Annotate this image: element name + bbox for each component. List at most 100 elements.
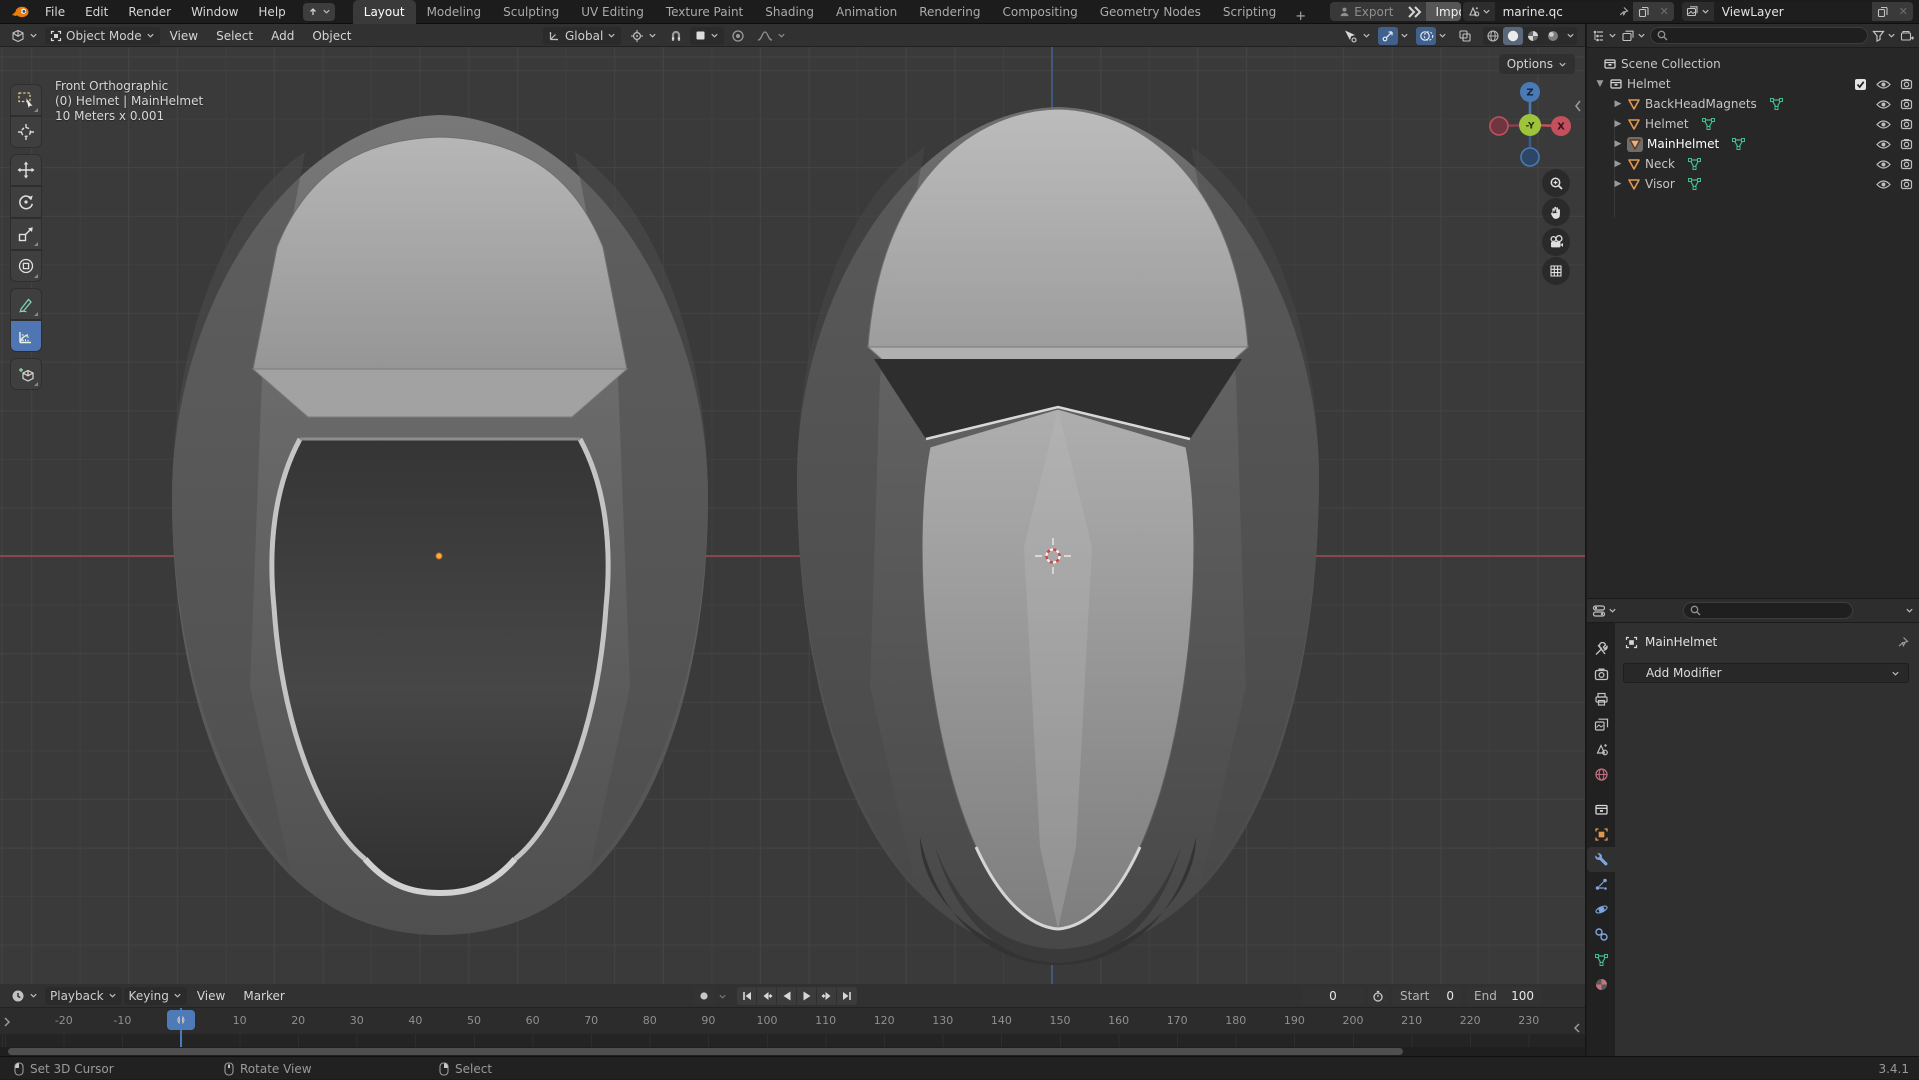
proportional-falloff-select[interactable] [752,27,791,45]
tool-scale[interactable] [10,218,42,250]
blender-logo-icon[interactable] [10,5,30,19]
active-tool-button[interactable] [302,2,335,21]
tab-constraints[interactable] [1587,922,1615,947]
menu-add[interactable]: Add [263,29,302,43]
scene-browse-button[interactable] [1462,2,1495,21]
checkbox-checked-icon[interactable] [1854,78,1867,91]
unlink-scene-button[interactable]: ✕ [1654,2,1674,21]
menu-help[interactable]: Help [249,0,294,24]
snap-settings-select[interactable] [690,26,725,45]
disclosure-collapsed-icon[interactable]: ▶ [1613,179,1623,189]
tool-rotate[interactable] [10,186,42,218]
transform-orientation-select[interactable]: Global [543,26,622,45]
tab-compositing[interactable]: Compositing [991,0,1088,24]
outliner-row-scene-collection[interactable]: Scene Collection [1587,54,1919,74]
outliner-row-helmet[interactable]: ▶ Helmet [1587,114,1919,134]
render-camera-icon[interactable] [1900,178,1913,190]
menu-render[interactable]: Render [119,0,180,24]
tab-texture-paint[interactable]: Texture Paint [655,0,754,24]
tab-particles[interactable] [1587,872,1615,897]
outliner-row-neck[interactable]: ▶ Neck [1587,154,1919,174]
tab-modeling[interactable]: Modeling [416,0,493,24]
pivot-point-select[interactable] [625,27,662,45]
render-camera-icon[interactable] [1900,138,1913,150]
scrollbar-thumb[interactable] [8,1048,1403,1055]
mode-select[interactable]: Object Mode [45,26,160,45]
zoom-button[interactable] [1542,169,1570,197]
new-collection-button[interactable] [1900,29,1914,43]
shading-options-button[interactable] [1563,27,1577,45]
add-modifier-button[interactable]: Add Modifier [1623,663,1909,683]
play-reverse-button[interactable] [777,987,797,1005]
disclosure-collapsed-icon[interactable]: ▶ [1613,99,1623,109]
next-keyframe-button[interactable] [817,987,837,1005]
timeline-scrollbar[interactable] [0,1047,1585,1056]
play-button[interactable] [797,987,817,1005]
properties-search-input[interactable] [1683,602,1853,619]
outliner-search-input[interactable] [1650,27,1868,44]
camera-view-button[interactable] [1542,228,1570,256]
tab-scripting[interactable]: Scripting [1212,0,1287,24]
object-type-visibility-button[interactable] [1340,27,1360,45]
disclosure-expanded-icon[interactable]: ▼ [1595,79,1605,89]
eye-icon[interactable] [1876,99,1891,110]
shading-material-button[interactable] [1523,27,1543,45]
tab-scene[interactable] [1587,737,1615,762]
tool-add-cube[interactable] [10,358,42,390]
menu-timeline-marker[interactable]: Marker [235,989,292,1003]
tab-collection[interactable] [1587,797,1615,822]
tab-shading[interactable]: Shading [754,0,825,24]
tab-view-layer[interactable] [1587,712,1615,737]
pin-id-button[interactable] [1896,636,1909,649]
outliner-row-mainhelmet[interactable]: ▶ MainHelmet [1587,134,1919,154]
proportional-editing-toggle[interactable] [728,27,748,45]
properties-options-button[interactable] [1905,606,1914,615]
prev-keyframe-button[interactable] [757,987,777,1005]
playback-popover[interactable]: Playback [45,986,122,1005]
import-button[interactable]: Import [1426,2,1461,21]
tab-render[interactable] [1587,662,1615,687]
render-camera-icon[interactable] [1900,78,1913,90]
options-button[interactable]: Options [1498,54,1575,74]
menu-file[interactable]: File [36,0,74,24]
render-camera-icon[interactable] [1900,118,1913,130]
tab-tool[interactable] [1587,637,1615,662]
outliner-editor-type-button[interactable] [1592,29,1617,43]
add-workspace-button[interactable]: + [1287,9,1314,24]
tool-measure[interactable] [10,320,42,352]
tab-output[interactable] [1587,687,1615,712]
shading-wireframe-button[interactable] [1483,27,1503,45]
auto-keyframe-toggle[interactable] [694,987,714,1005]
eye-icon[interactable] [1876,119,1891,130]
tool-transform[interactable] [10,250,42,282]
current-frame-field[interactable]: 0 [1302,987,1364,1005]
timeline-ruler[interactable]: 0 -20-1001020304050607080901001101201301… [0,1008,1585,1034]
tab-physics[interactable] [1587,897,1615,922]
pan-button[interactable] [1542,198,1570,226]
tab-rendering[interactable]: Rendering [908,0,991,24]
timeline-editor-type-button[interactable] [6,987,43,1005]
navigation-gizmo[interactable]: Z X -Y [1483,78,1577,174]
tab-sculpting[interactable]: Sculpting [492,0,570,24]
new-viewlayer-button[interactable] [1871,2,1894,21]
new-scene-button[interactable] [1632,2,1655,21]
tab-layout[interactable]: Layout [352,0,416,24]
menu-timeline-view[interactable]: View [189,989,233,1003]
shading-solid-button[interactable] [1503,26,1523,45]
outliner-filter-button[interactable] [1872,29,1896,42]
tab-uv-editing[interactable]: UV Editing [570,0,655,24]
eye-icon[interactable] [1876,79,1891,90]
scene-name[interactable]: marine.qc [1494,2,1613,21]
timeline-expand-arrow[interactable] [2,1016,12,1028]
outliner-display-mode-button[interactable] [1621,29,1646,43]
eye-icon[interactable] [1876,159,1891,170]
tab-object-data[interactable] [1587,947,1615,972]
snap-toggle[interactable] [666,27,686,45]
menu-window[interactable]: Window [182,0,247,24]
menu-select[interactable]: Select [208,29,261,43]
remove-viewlayer-button[interactable]: ✕ [1893,2,1913,21]
eye-icon[interactable] [1876,179,1891,190]
outliner-row-visor[interactable]: ▶ Visor [1587,174,1919,194]
render-camera-icon[interactable] [1900,98,1913,110]
shading-rendered-button[interactable] [1543,27,1563,45]
